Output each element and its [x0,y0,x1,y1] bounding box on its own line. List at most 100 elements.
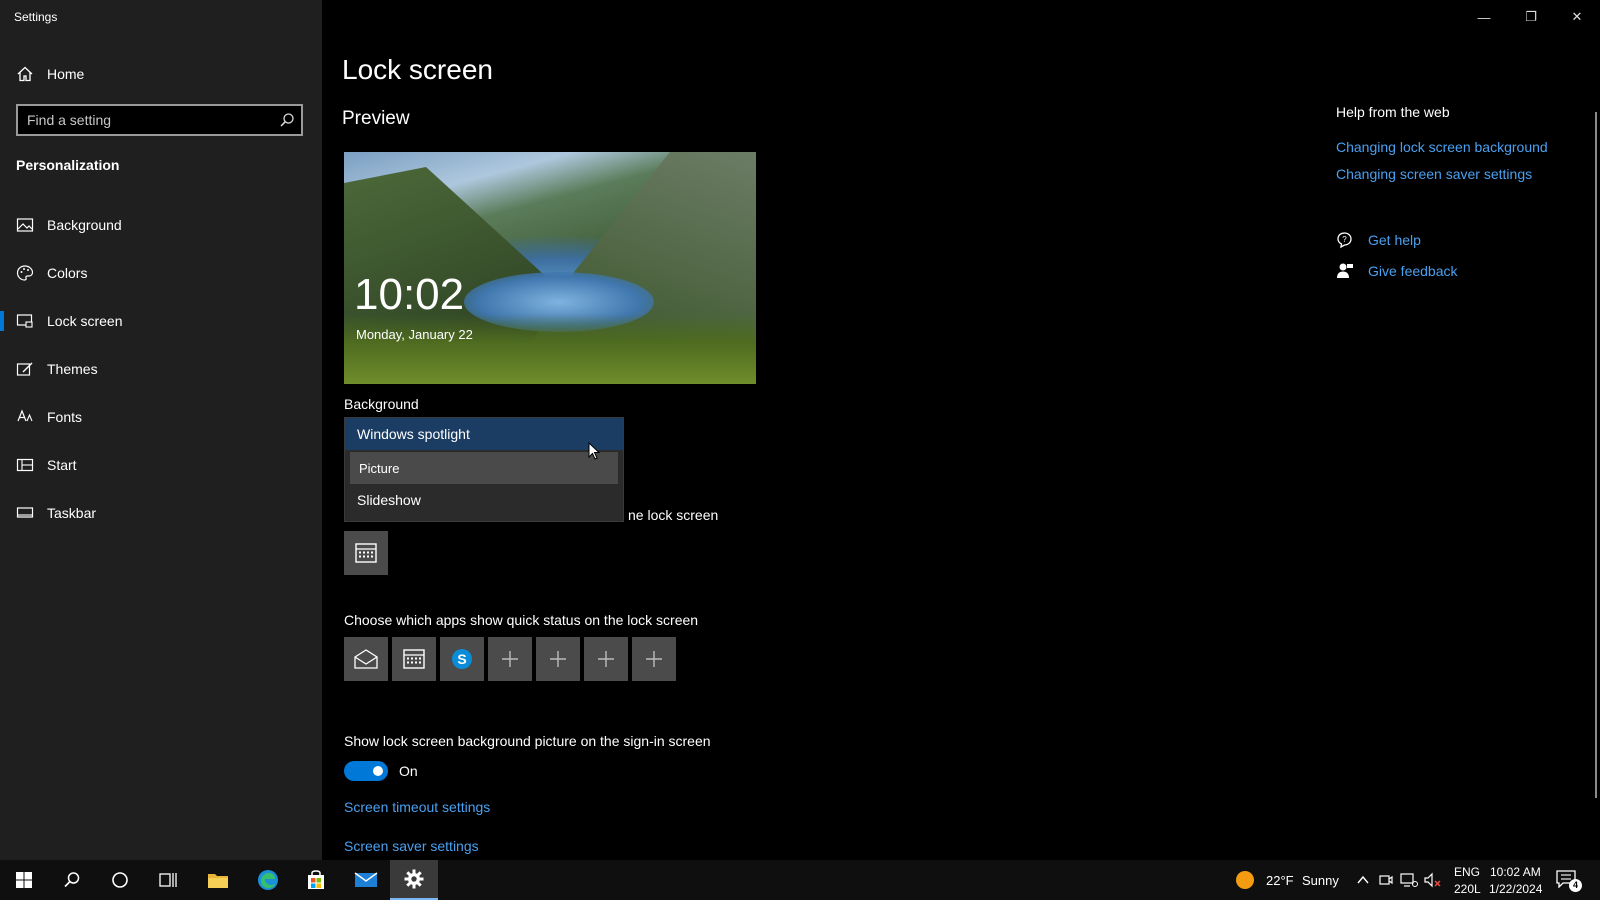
weather-condition[interactable]: Sunny [1302,873,1339,888]
sidebar-item-colors[interactable]: Colors [0,253,322,293]
toggle-knob [373,766,383,776]
sidebar-item-lock-screen[interactable]: Lock screen [0,301,322,341]
sidebar-item-label: Start [47,457,77,473]
feedback-icon [1337,263,1353,278]
calendar-icon [355,543,377,563]
store-icon [308,870,324,889]
svg-text:S: S [457,651,466,667]
option-slideshow[interactable]: Slideshow [345,484,623,516]
quick-status-add-slot-3[interactable] [584,637,628,681]
sidebar-item-label: Fonts [47,409,83,425]
calendar-icon [403,649,425,669]
search-input[interactable] [18,112,268,128]
window-title: Settings [14,10,58,24]
cortana-button[interactable] [96,860,144,900]
sidebar-item-fonts[interactable]: Fonts [0,397,322,437]
option-picture[interactable]: Picture [350,452,618,484]
get-help-link[interactable]: ? Get help [1336,231,1421,249]
signin-background-toggle[interactable] [344,761,388,781]
scrollbar[interactable] [1595,112,1597,798]
quick-status-app-calendar[interactable] [392,637,436,681]
quick-status-add-slot-1[interactable] [488,637,532,681]
windows-logo-icon [16,872,32,888]
help-link-screen-saver[interactable]: Changing screen saver settings [1336,166,1532,182]
background-label: Background [344,396,419,412]
edge-button[interactable] [244,860,292,900]
fonts-icon [17,409,33,422]
meet-now-icon[interactable] [1378,872,1394,888]
clock-time[interactable]: 10:02 AM [1490,865,1541,879]
plus-icon [550,651,566,667]
start-button[interactable] [0,860,48,900]
sidebar-item-label: Colors [47,265,88,281]
search-box[interactable] [16,104,303,136]
detailed-status-app-calendar[interactable] [344,531,388,575]
language-indicator[interactable]: ENG [1454,865,1480,879]
quick-status-app-mail[interactable] [344,637,388,681]
get-help-label: Get help [1368,232,1421,248]
restore-icon: ❐ [1525,9,1537,24]
close-button[interactable]: ✕ [1554,0,1600,34]
settings-app-button[interactable] [390,860,438,900]
section-title: Personalization [16,157,120,173]
weather-temperature[interactable]: 22°F [1266,873,1294,888]
edge-icon [258,870,278,890]
sidebar-item-taskbar[interactable]: Taskbar [0,493,322,533]
task-view-button[interactable] [144,860,192,900]
mail-app-button[interactable] [342,860,390,900]
title-bar: Settings — ❐ ✕ [0,0,1600,34]
mouse-cursor-icon [588,442,600,460]
palette-icon [16,265,34,281]
background-dropdown[interactable]: Windows spotlight Picture Slideshow [344,417,624,522]
screen-timeout-settings-link[interactable]: Screen timeout settings [344,799,490,815]
minimize-icon: — [1477,9,1491,25]
sidebar-home[interactable]: Home [16,62,84,86]
volume-muted-icon[interactable] [1424,872,1442,888]
themes-icon [16,362,33,376]
option-windows-spotlight[interactable]: Windows spotlight [345,418,623,450]
weather-sun-icon[interactable] [1236,871,1254,889]
sidebar-item-start[interactable]: Start [0,445,322,485]
taskbar-search-button[interactable] [48,860,96,900]
mail-icon [354,649,378,669]
screen-saver-settings-link[interactable]: Screen saver settings [344,838,479,854]
give-feedback-link[interactable]: Give feedback [1336,262,1458,280]
gear-icon [404,869,424,889]
plus-icon [502,651,518,667]
sidebar-item-label: Background [47,217,122,233]
restore-button[interactable]: ❐ [1508,0,1554,34]
preview-heading: Preview [342,108,410,129]
clock-date[interactable]: 1/22/2024 [1489,882,1542,896]
chevron-up-icon[interactable] [1356,873,1370,887]
lock-screen-icon [16,314,33,328]
preview-date: Monday, January 22 [356,327,473,342]
sidebar-item-label: Themes [47,361,98,377]
plus-icon [598,651,614,667]
cortana-icon [112,872,128,888]
help-link-lock-screen-background[interactable]: Changing lock screen background [1336,139,1548,155]
minimize-button[interactable]: — [1461,0,1507,34]
file-explorer-button[interactable] [194,860,242,900]
keyboard-layout-indicator[interactable]: 220L [1454,882,1481,896]
search-icon[interactable] [279,112,295,128]
task-view-icon [159,873,177,887]
taskbar: 22°F Sunny ENG 220L 10:02 AM 1/22/2024 4 [0,860,1600,900]
quick-status-add-slot-4[interactable] [632,637,676,681]
preview-foreground [344,314,756,384]
quick-status-label: Choose which apps show quick status on t… [344,612,699,628]
store-button[interactable] [292,860,340,900]
quick-status-app-skype[interactable]: S [440,637,484,681]
quick-status-add-slot-2[interactable] [536,637,580,681]
sidebar-item-background[interactable]: Background [0,205,322,245]
sidebar-item-label: Lock screen [47,313,123,329]
toggle-state-label: On [399,763,418,779]
sidebar-item-themes[interactable]: Themes [0,349,322,389]
signin-background-label: Show lock screen background picture on t… [344,733,711,749]
close-icon: ✕ [1571,9,1583,24]
action-center-button[interactable]: 4 [1556,868,1582,892]
picture-icon [16,218,34,232]
taskbar-icon [16,507,34,518]
preview-time: 10:02 [354,270,465,319]
network-icon[interactable] [1400,872,1418,888]
lock-screen-preview: 10:02 Monday, January 22 [344,152,756,384]
